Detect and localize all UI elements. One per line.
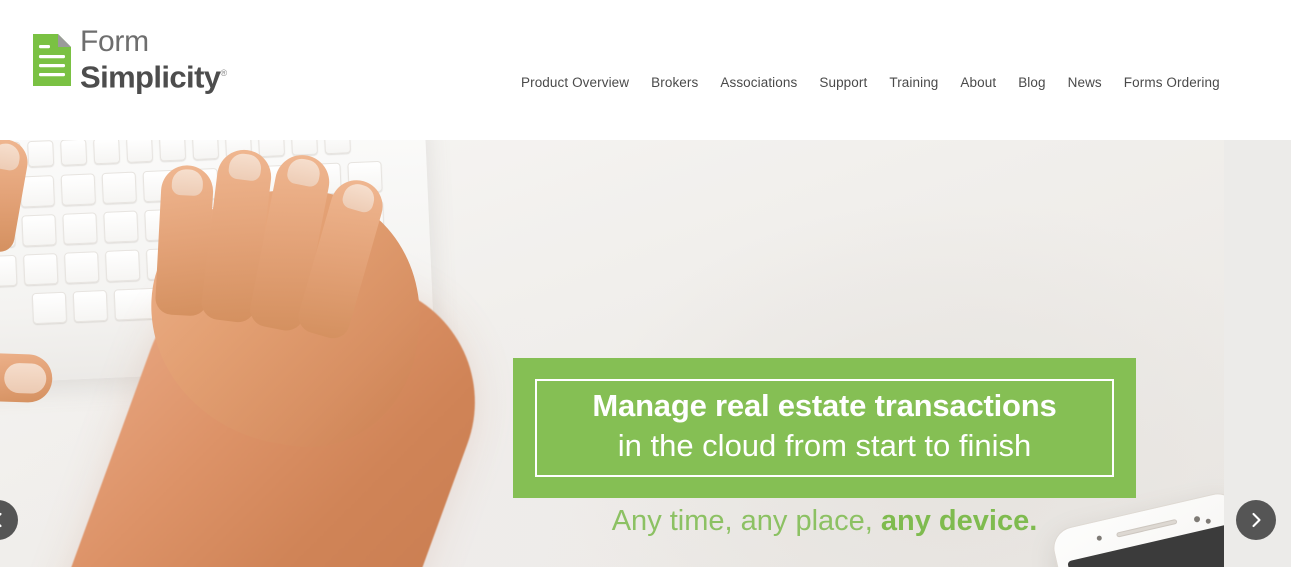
hero-carousel: Manage real estate transactions in the c…: [0, 140, 1291, 567]
hero-headline-line-2: in the cloud from start to finish: [617, 428, 1032, 463]
logo-text-form: Form: [80, 25, 149, 58]
hero-banner-frame: Manage real estate transactions in the c…: [535, 379, 1114, 477]
nav-item-about[interactable]: About: [949, 70, 1007, 96]
nav-item-training[interactable]: Training: [878, 70, 949, 96]
hero-tagline: Any time, any place, any device.: [513, 502, 1136, 540]
site-logo[interactable]: Form Simplicity®: [33, 26, 227, 93]
hero-tagline-bold: any device.: [880, 505, 1038, 537]
carousel-next-button[interactable]: [1236, 500, 1276, 540]
logo-text-simplicity: Simplicity®: [80, 57, 227, 93]
phone-sensor-icon: [1193, 515, 1201, 523]
nav-item-news[interactable]: News: [1057, 70, 1113, 96]
nav-item-support[interactable]: Support: [808, 70, 878, 96]
document-icon: [33, 33, 71, 86]
hero-headline-line-1: Manage real estate transactions: [592, 388, 1057, 423]
site-header: Form Simplicity® Product Overview Broker…: [0, 0, 1291, 140]
nav-item-blog[interactable]: Blog: [1007, 70, 1056, 96]
logo-wordmark: Form Simplicity®: [80, 25, 227, 94]
nav-item-product-overview[interactable]: Product Overview: [510, 70, 640, 96]
trademark-symbol: ®: [220, 68, 228, 78]
nav-item-forms-ordering[interactable]: Forms Ordering: [1113, 70, 1231, 96]
chevron-right-icon: [1248, 512, 1264, 528]
hero-tagline-normal: Any time, any place,: [611, 505, 881, 537]
main-navigation: Product Overview Brokers Associations Su…: [510, 70, 1231, 96]
phone-led-icon: [1205, 518, 1212, 525]
page-root: Form Simplicity® Product Overview Broker…: [0, 0, 1291, 567]
hero-banner: Manage real estate transactions in the c…: [513, 358, 1136, 498]
logo-text-simplicity-word: Simplicity: [80, 59, 221, 95]
chevron-left-icon: [0, 512, 6, 528]
nav-item-brokers[interactable]: Brokers: [640, 70, 709, 96]
nav-item-associations[interactable]: Associations: [709, 70, 808, 96]
